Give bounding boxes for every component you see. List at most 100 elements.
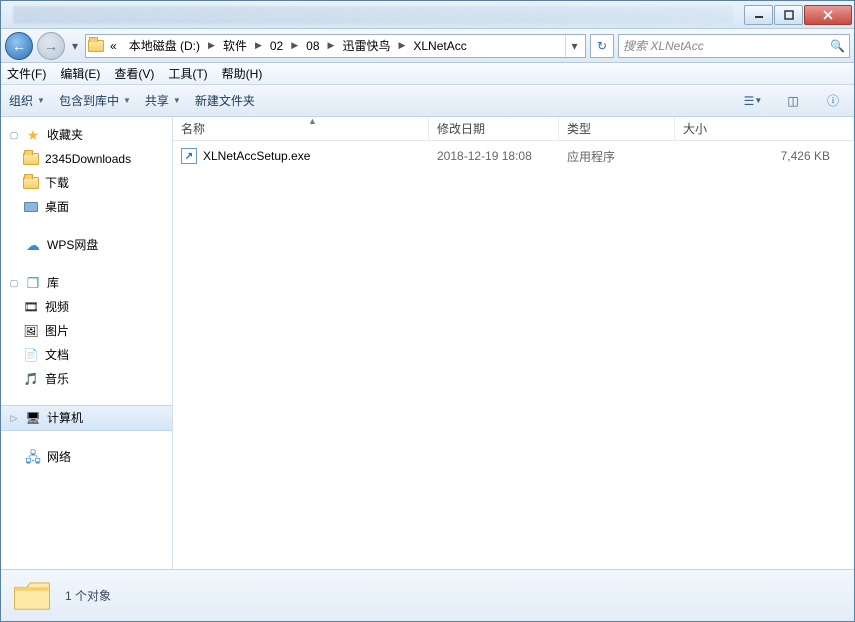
sidebar-item-pictures[interactable]: 🖼图片 [1,319,172,343]
folder-large-icon [11,575,53,617]
address-dropdown-icon[interactable]: ▾ [565,35,583,57]
breadcrumb-item[interactable]: 本地磁盘 (D:) [123,35,206,57]
network-icon: 🖧 [25,449,41,465]
menu-file[interactable]: 文件(F) [7,65,46,82]
file-date: 2018-12-19 18:08 [429,149,559,163]
organize-button[interactable]: 组织 ▼ [9,92,45,109]
status-count: 1 个对象 [65,587,111,604]
sidebar-label: 桌面 [45,197,69,217]
menu-tools[interactable]: 工具(T) [168,65,207,82]
sidebar-label: 图片 [45,321,69,341]
breadcrumb-item[interactable]: 软件 [217,35,253,57]
folder-icon [88,38,104,54]
sidebar-label: WPS网盘 [47,235,98,255]
back-button[interactable]: ← [5,32,33,60]
details-pane: 1 个对象 [1,569,854,621]
chevron-down-icon: ▼ [37,96,45,105]
sidebar-label: 库 [47,273,59,293]
search-icon[interactable]: 🔍 [830,39,845,53]
collapse-icon[interactable]: ▢ [9,125,19,145]
menu-view[interactable]: 查看(V) [114,65,154,82]
breadcrumb-item[interactable]: XLNetAcc [407,35,472,57]
collapse-icon[interactable]: ▢ [9,273,19,293]
file-name: XLNetAccSetup.exe [203,149,310,163]
cloud-icon: ☁ [25,237,41,253]
file-list-pane: 名称▲ 修改日期 类型 大小 ↗ XLNetAccSetup.exe 2018-1… [173,117,854,569]
column-date[interactable]: 修改日期 [429,117,559,140]
breadcrumb-item[interactable]: 迅雷快鸟 [336,35,396,57]
forward-button[interactable]: → [37,32,65,60]
sidebar-item-documents[interactable]: 📄 文档 [1,343,172,367]
title-blur [13,6,733,24]
sidebar-label: 网络 [47,447,71,467]
navigation-pane[interactable]: ▢★收藏夹 2345Downloads 下载 桌面 ☁ WPS网盘 ▢ ❐ 库 🎞 视频… [1,117,173,569]
expand-icon[interactable]: ▷ [9,408,19,428]
video-icon: 🎞 [23,299,39,315]
sidebar-item-2345downloads[interactable]: 2345Downloads [1,147,172,171]
menu-help[interactable]: 帮助(H) [222,65,263,82]
search-input[interactable]: 搜索 XLNetAcc 🔍 [618,34,850,58]
address-bar[interactable]: « 本地磁盘 (D:)▶ 软件▶ 02▶ 08▶ 迅雷快鸟▶ XLNetAcc … [85,34,586,58]
history-dropdown-icon[interactable]: ▾ [69,39,81,53]
menu-edit[interactable]: 编辑(E) [60,65,100,82]
chevron-right-icon[interactable]: ▶ [289,40,300,51]
close-button[interactable] [804,5,852,25]
sidebar-network[interactable]: 🖧 网络 [1,445,172,469]
minimize-button[interactable] [744,5,773,25]
file-row[interactable]: ↗ XLNetAccSetup.exe 2018-12-19 18:08 应用程序… [173,145,854,167]
library-icon: ❐ [25,275,41,291]
sidebar-wps[interactable]: ☁ WPS网盘 [1,233,172,257]
sidebar-label: 收藏夹 [47,125,83,145]
help-button[interactable]: ⓘ [820,90,846,112]
sidebar-item-downloads[interactable]: 下载 [1,171,172,195]
file-type: 应用程序 [559,148,675,165]
sidebar-libraries[interactable]: ▢ ❐ 库 [1,271,172,295]
preview-pane-button[interactable]: ◫ [780,90,806,112]
exe-icon: ↗ [181,148,197,164]
chevron-right-icon[interactable]: ▶ [206,40,217,51]
breadcrumb-prefix: « [104,35,123,57]
refresh-button[interactable]: ↻ [590,34,614,58]
search-placeholder: 搜索 XLNetAcc [623,37,704,54]
music-icon: 🎵 [23,371,39,387]
column-size[interactable]: 大小 [675,117,854,140]
nav-bar: ← → ▾ « 本地磁盘 (D:)▶ 软件▶ 02▶ 08▶ 迅雷快鸟▶ XLN… [1,29,854,63]
sidebar-item-videos[interactable]: 🎞 视频 [1,295,172,319]
sidebar-label: 2345Downloads [45,149,131,169]
computer-icon: 🖥 [25,410,41,426]
sidebar-favorites[interactable]: ▢★收藏夹 [1,123,172,147]
title-bar [1,1,854,29]
folder-icon [23,175,39,191]
chevron-right-icon[interactable]: ▶ [253,40,264,51]
sidebar-item-music[interactable]: 🎵 音乐 [1,367,172,391]
chevron-down-icon: ▼ [173,96,181,105]
chevron-right-icon[interactable]: ▶ [326,40,337,51]
column-name[interactable]: 名称▲ [173,117,429,140]
share-button[interactable]: 共享 ▼ [145,92,181,109]
sort-asc-icon: ▲ [308,116,317,126]
sidebar-label: 计算机 [47,408,83,428]
menu-bar: 文件(F) 编辑(E) 查看(V) 工具(T) 帮助(H) [1,63,854,85]
chevron-right-icon[interactable]: ▶ [396,40,407,51]
desktop-icon [23,199,39,215]
sidebar-computer[interactable]: ▷ 🖥 计算机 [1,405,172,431]
view-options-button[interactable]: ☰ ▼ [740,90,766,112]
sidebar-item-desktop[interactable]: 桌面 [1,195,172,219]
column-headers: 名称▲ 修改日期 类型 大小 [173,117,854,141]
new-folder-button[interactable]: 新建文件夹 [195,92,255,109]
maximize-button[interactable] [774,5,803,25]
chevron-down-icon: ▼ [123,96,131,105]
sidebar-label: 音乐 [45,369,69,389]
sidebar-label: 文档 [45,345,69,365]
document-icon: 📄 [23,347,39,363]
sidebar-label: 视频 [45,297,69,317]
folder-icon [23,151,39,167]
include-in-library-button[interactable]: 包含到库中 ▼ [59,92,131,109]
body: ▢★收藏夹 2345Downloads 下载 桌面 ☁ WPS网盘 ▢ ❐ 库 🎞 视频… [1,117,854,569]
file-list[interactable]: ↗ XLNetAccSetup.exe 2018-12-19 18:08 应用程序… [173,141,854,569]
file-size: 7,426 KB [675,149,854,163]
sidebar-label: 下载 [45,173,69,193]
column-type[interactable]: 类型 [559,117,675,140]
breadcrumb-item[interactable]: 02 [264,35,289,57]
breadcrumb-item[interactable]: 08 [300,35,325,57]
